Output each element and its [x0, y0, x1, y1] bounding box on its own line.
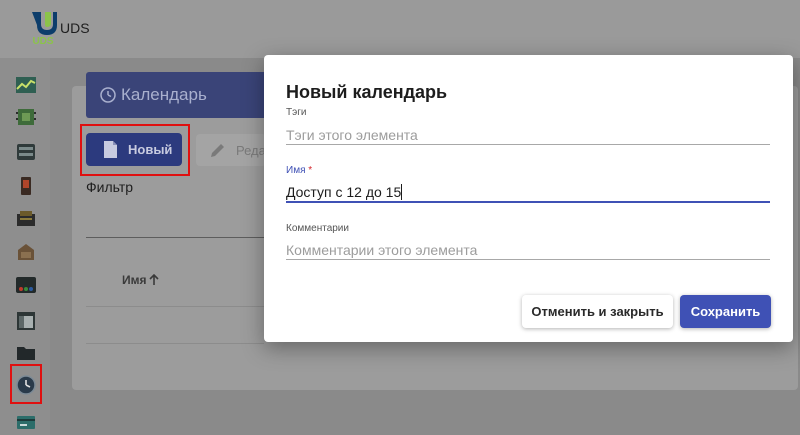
networks-icon[interactable] — [15, 274, 37, 296]
sidebar-selection-highlight — [10, 364, 42, 404]
cancel-and-close-button[interactable]: Отменить и закрыть — [522, 295, 673, 328]
transport-icon[interactable] — [15, 241, 37, 263]
tags-underline — [286, 144, 770, 145]
table-row-divider — [86, 343, 264, 344]
pencil-icon — [211, 144, 224, 157]
edit-button[interactable]: Реда — [196, 134, 266, 166]
window-icon[interactable] — [15, 310, 37, 332]
dialog-title: Новый календарь — [286, 82, 448, 102]
name-input[interactable]: Доступ с 12 до 15 — [286, 184, 403, 200]
save-button[interactable]: Сохранить — [680, 295, 771, 328]
tags-input[interactable]: Тэги этого элемента — [286, 127, 418, 143]
new-button-highlight — [80, 124, 190, 176]
folder-icon[interactable] — [15, 342, 37, 364]
edit-button-label: Реда — [236, 143, 266, 158]
page-title: Календарь — [121, 85, 207, 104]
chart-dashboard-icon[interactable] — [15, 74, 37, 96]
filter-input[interactable] — [86, 237, 264, 238]
filter-label: Фильтр — [86, 179, 134, 195]
authenticator-icon[interactable] — [15, 175, 37, 197]
top-bar: UDS UDS — [0, 0, 800, 58]
calendar-clock-icon — [100, 87, 116, 103]
name-label: Имя * — [286, 165, 313, 176]
name-underline — [286, 201, 770, 203]
comments-input[interactable]: Комментарии этого элемента — [286, 242, 477, 258]
os-manager-icon[interactable] — [15, 208, 37, 230]
column-header-name[interactable]: Имя — [122, 273, 147, 287]
app-title: UDS — [60, 20, 90, 36]
comments-label: Комментарии — [286, 223, 349, 234]
svg-text:UDS: UDS — [32, 36, 53, 46]
tags-label: Тэги — [286, 107, 307, 118]
sort-arrow-up-icon[interactable] — [148, 274, 160, 286]
uds-logo: UDS — [32, 12, 57, 46]
chip-service-provider-icon[interactable] — [15, 106, 37, 128]
comments-underline — [286, 259, 770, 260]
account-card-icon[interactable] — [15, 411, 37, 433]
new-calendar-dialog: Новый календарь Тэги Тэги этого элемента… — [264, 55, 793, 342]
server-icon[interactable] — [15, 141, 37, 163]
table-row-divider — [86, 306, 264, 307]
